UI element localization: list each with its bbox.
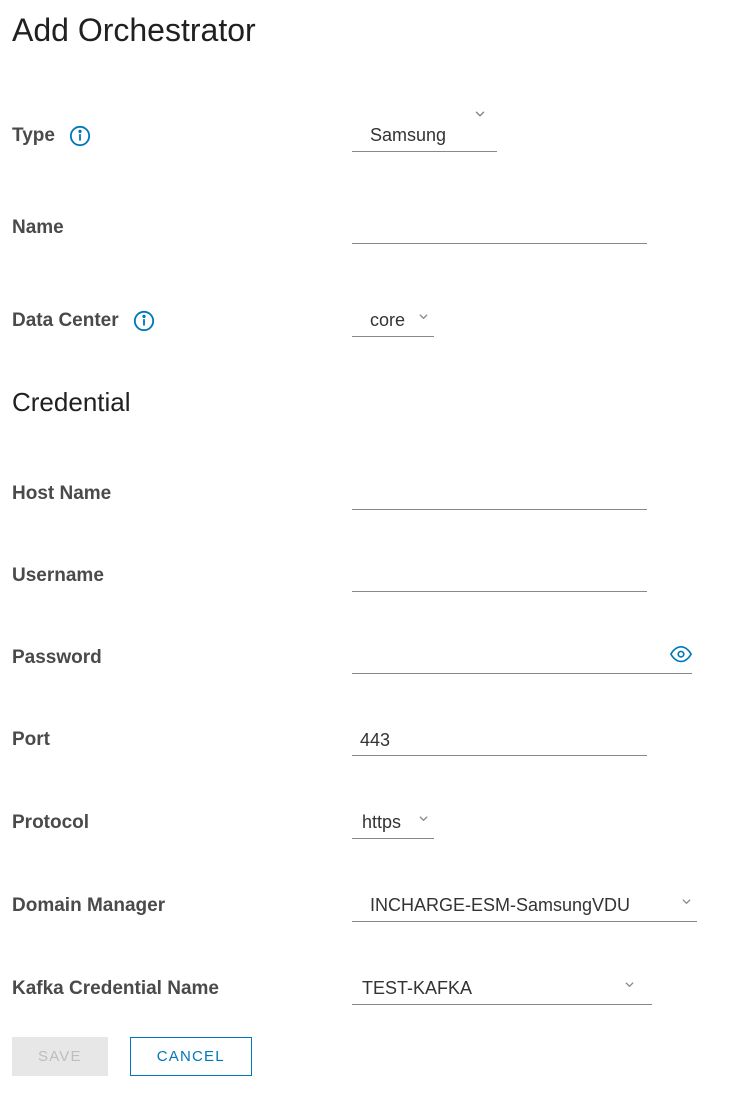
label-host-name: Host Name [12, 483, 111, 505]
button-row: SAVE CANCEL [12, 1037, 719, 1076]
info-icon[interactable] [133, 310, 155, 332]
label-kafka-credential: Kafka Credential Name [12, 978, 219, 1000]
name-input[interactable] [352, 212, 647, 244]
label-type: Type [12, 125, 55, 147]
label-password: Password [12, 647, 102, 669]
port-input[interactable] [352, 724, 647, 756]
row-protocol: Protocol https [12, 806, 719, 839]
row-domain-manager: Domain Manager INCHARGE-ESM-SamsungVDU [12, 889, 719, 922]
row-host-name: Host Name [12, 478, 719, 510]
info-icon[interactable] [69, 125, 91, 147]
label-domain-manager: Domain Manager [12, 895, 165, 917]
row-password: Password [12, 642, 719, 674]
domain-manager-value: INCHARGE-ESM-SamsungVDU [352, 889, 697, 922]
protocol-value: https [352, 806, 434, 839]
type-select[interactable]: Samsung [352, 119, 497, 152]
row-type: Type Samsung [12, 119, 719, 152]
username-input[interactable] [352, 560, 647, 592]
type-value: Samsung [352, 119, 497, 152]
data-center-value: core [352, 304, 434, 337]
row-data-center: Data Center core [12, 304, 719, 337]
password-input[interactable] [352, 642, 692, 674]
label-data-center: Data Center [12, 310, 119, 332]
credential-heading: Credential [12, 387, 719, 418]
save-button: SAVE [12, 1037, 108, 1076]
label-name: Name [12, 217, 64, 239]
row-port: Port [12, 724, 719, 756]
protocol-select[interactable]: https [352, 806, 434, 839]
label-protocol: Protocol [12, 812, 89, 834]
page-title: Add Orchestrator [12, 12, 719, 49]
cancel-button[interactable]: CANCEL [130, 1037, 252, 1076]
row-username: Username [12, 560, 719, 592]
kafka-credential-value: TEST-KAFKA [352, 972, 652, 1005]
data-center-select[interactable]: core [352, 304, 434, 337]
host-name-input[interactable] [352, 478, 647, 510]
eye-icon[interactable] [670, 643, 692, 670]
label-port: Port [12, 729, 50, 751]
row-name: Name [12, 212, 719, 244]
kafka-credential-select[interactable]: TEST-KAFKA [352, 972, 652, 1005]
label-username: Username [12, 565, 104, 587]
row-kafka-credential: Kafka Credential Name TEST-KAFKA [12, 972, 719, 1005]
domain-manager-select[interactable]: INCHARGE-ESM-SamsungVDU [352, 889, 697, 922]
